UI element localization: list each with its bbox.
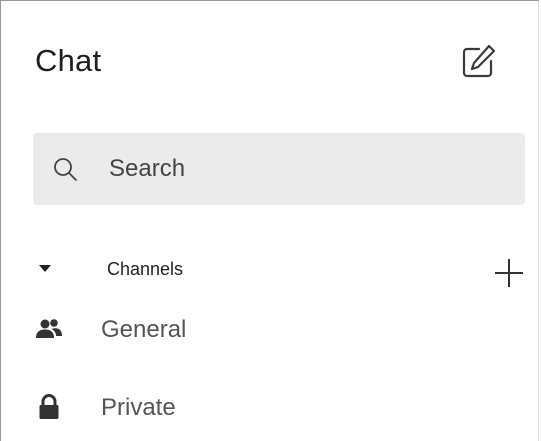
channels-section-header: Channels <box>35 251 527 291</box>
search-icon <box>54 158 77 181</box>
search-box[interactable] <box>33 133 525 205</box>
add-channel-button[interactable] <box>491 255 527 291</box>
channel-label-general: General <box>101 316 187 343</box>
collapse-caret-icon[interactable] <box>39 265 51 272</box>
channel-item-general[interactable]: General <box>35 309 455 351</box>
compose-button[interactable] <box>457 41 499 83</box>
search-input[interactable] <box>109 133 509 205</box>
page-title: Chat <box>35 43 102 78</box>
channels-section-label: Channels <box>107 259 184 279</box>
group-icon <box>36 319 62 338</box>
lock-icon <box>39 394 59 419</box>
channel-item-private[interactable]: Private <box>35 387 455 429</box>
channel-label-private: Private <box>101 394 176 421</box>
compose-icon <box>462 44 496 78</box>
chat-sidebar: Chat Channels General <box>0 0 539 441</box>
plus-icon <box>495 259 523 287</box>
